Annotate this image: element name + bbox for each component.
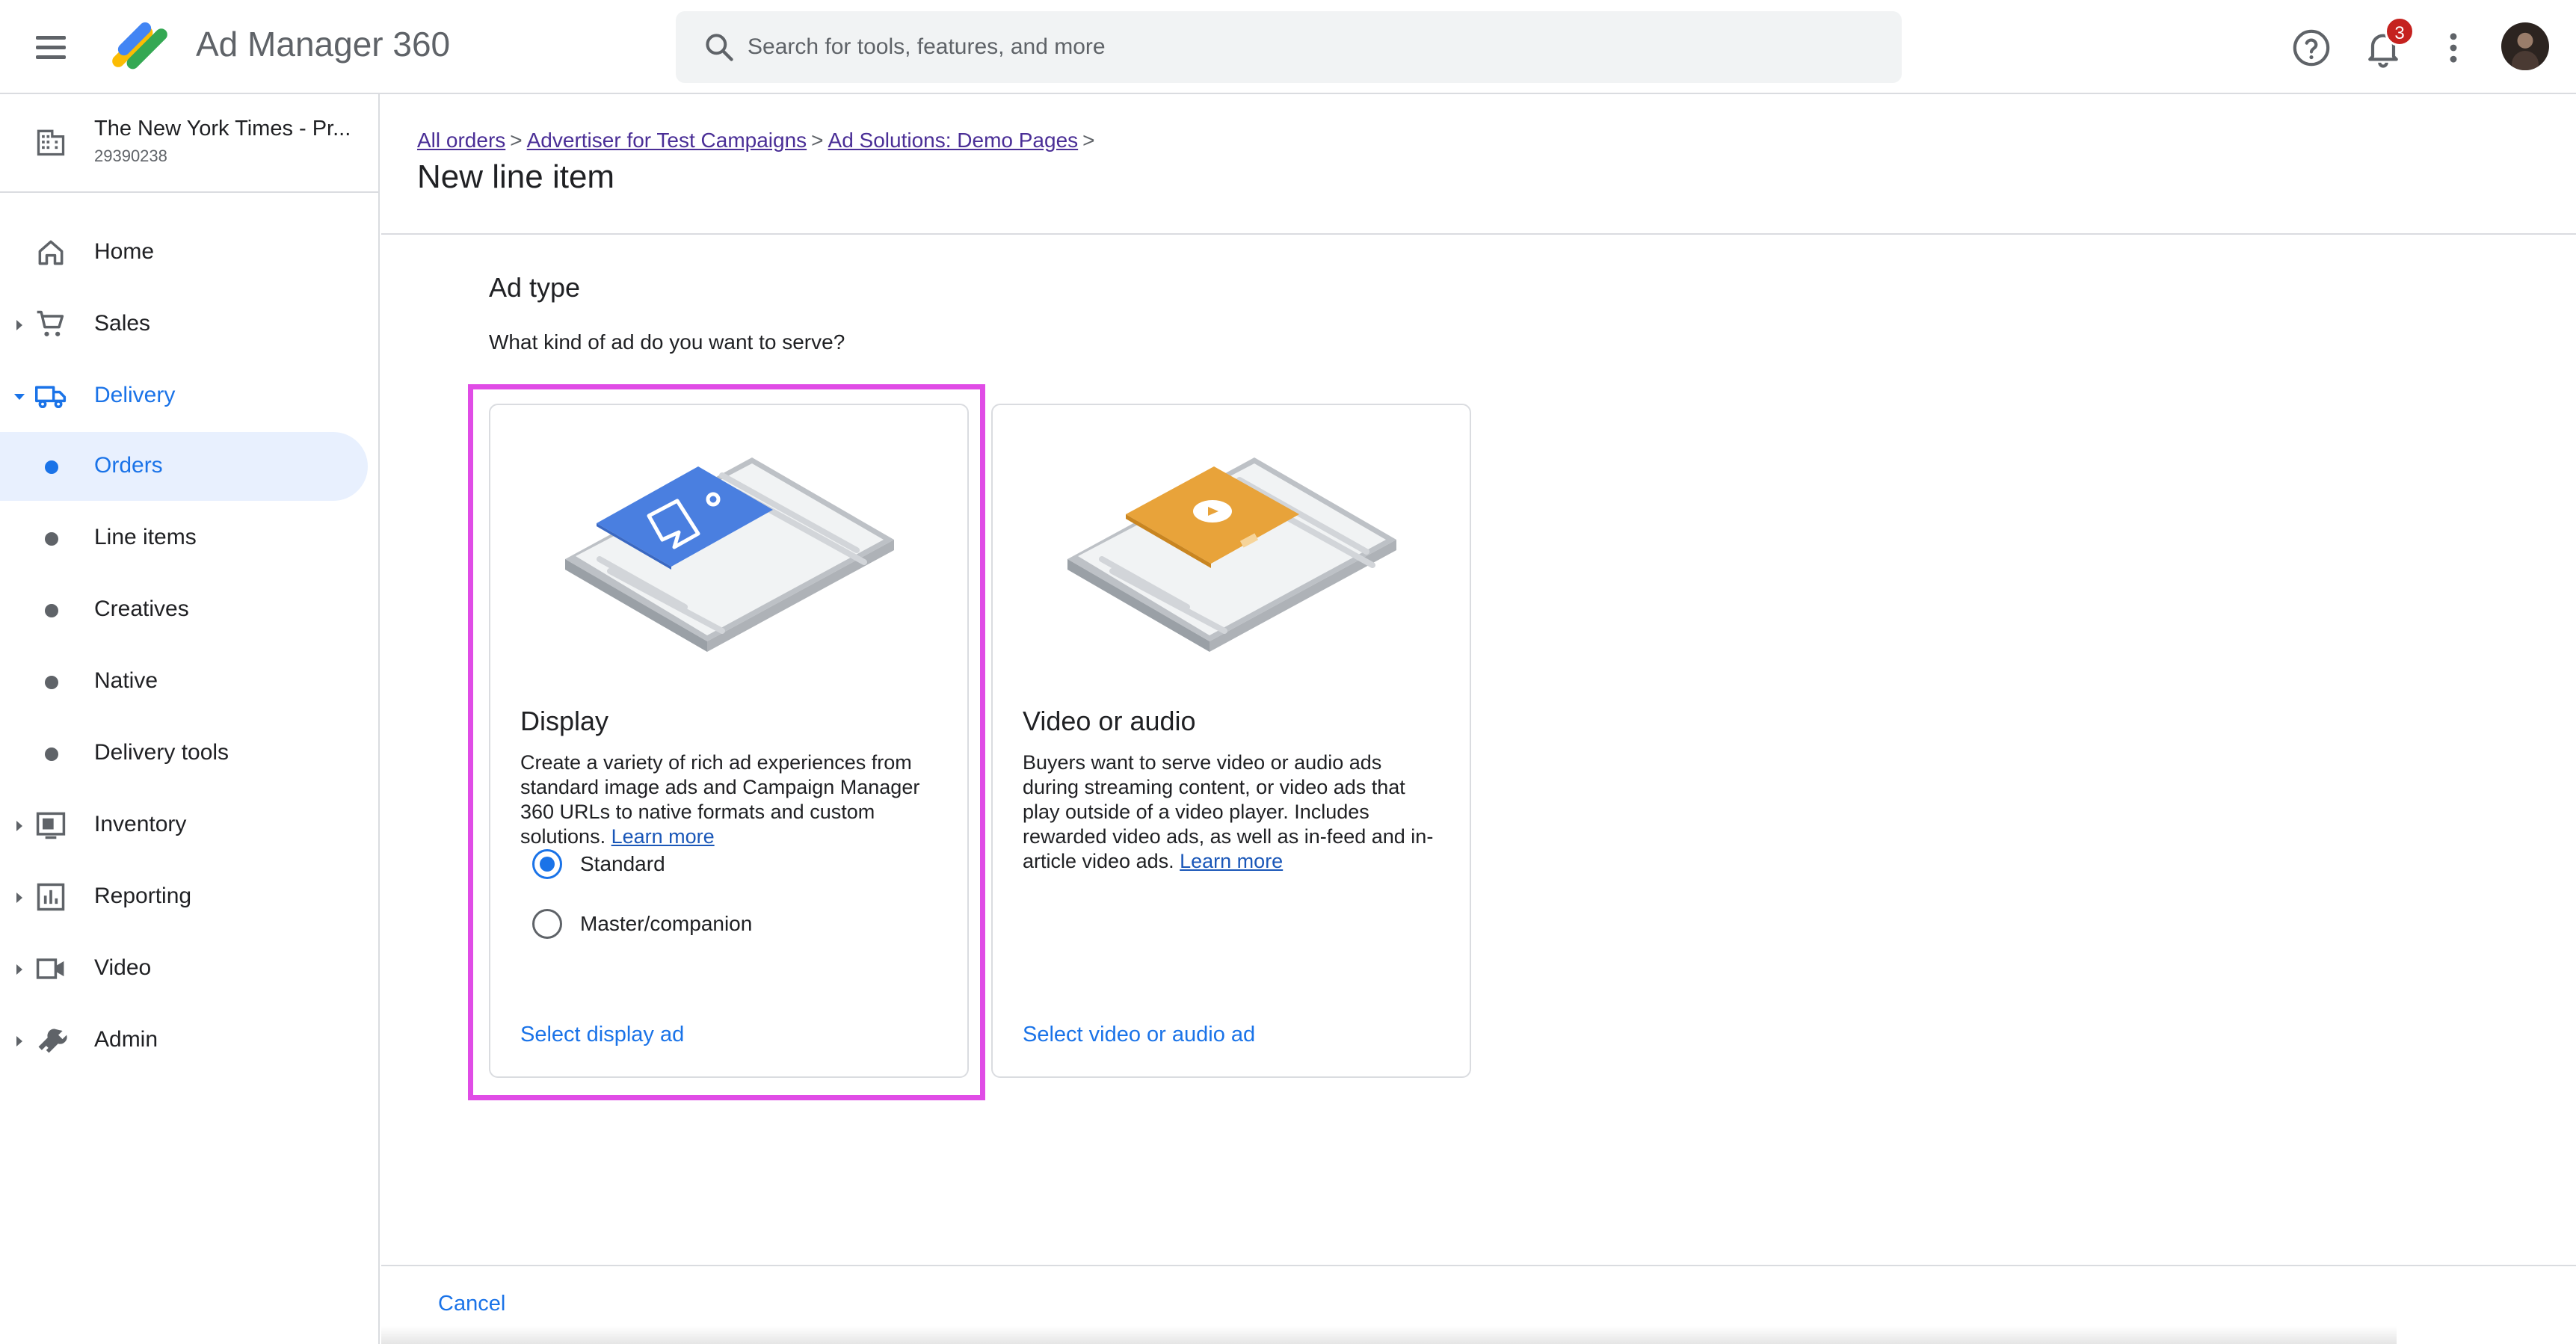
cancel-button[interactable]: Cancel [438,1292,505,1316]
sidebar-item-delivery[interactable]: Delivery [0,362,368,431]
display-description-text: Create a variety of rich ad experiences … [520,751,920,848]
sidebar-item-label: Orders [94,453,163,478]
page-header: All orders > Advertiser for Test Campaigns… [381,94,2576,235]
sidebar-item-label: Inventory [94,812,187,836]
inventory-icon [36,812,66,839]
network-name: The New York Times - Pr... [94,117,351,141]
sidebar-item-creatives[interactable]: Creatives [0,576,368,644]
videocam-icon [36,958,64,979]
expand-caret-icon [16,964,22,975]
wrench-icon [38,1029,67,1053]
sidebar-item-label: Admin [94,1027,158,1052]
building-icon [37,129,65,156]
select-display-ad-button[interactable]: Select display ad [520,1023,684,1047]
standard-radio-label: Standard [580,852,665,875]
sidebar-item-label: Video [94,955,152,980]
sidebar-item-orders[interactable]: Orders [0,432,368,501]
search-icon [706,34,733,61]
footer-bar: Cancel [381,1265,2576,1344]
breadcrumb-separator: > [510,129,523,152]
sidebar-item-inventory[interactable]: Inventory [0,791,368,860]
breadcrumb: All orders > Advertiser for Test Campaigns… [417,129,1100,152]
video-learn-more-link[interactable]: Learn more [1180,850,1283,872]
sidebar-item-line-items[interactable]: Line items [0,504,368,573]
sidebar-item-label: Creatives [94,597,189,621]
user-avatar[interactable] [2501,22,2549,70]
bar-chart-icon [37,883,65,911]
breadcrumb-separator: > [811,129,824,152]
master-companion-radio-button[interactable] [532,909,562,939]
page-title: New line item [417,158,615,195]
top-bar: Ad Manager 360 3 [0,0,2576,94]
video-audio-ad-card[interactable]: Video or audio Buyers want to serve vide… [991,404,1471,1078]
video-card-description: Buyers want to serve video or audio ads … [1023,750,1441,874]
delivery-truck-icon [35,386,67,409]
bullet-icon [45,532,58,546]
sidebar-item-label: Line items [94,525,197,549]
bullet-icon [45,604,58,617]
sidebar-item-video[interactable]: Video [0,934,368,1003]
sidebar-item-delivery-tools[interactable]: Delivery tools [0,719,368,788]
display-card-description: Create a variety of rich ad experiences … [520,750,939,849]
expand-caret-icon [16,821,22,831]
sidebar-item-admin[interactable]: Admin [0,1006,368,1075]
shopping-cart-icon [37,310,64,336]
display-learn-more-link[interactable]: Learn more [611,825,715,848]
search-bar[interactable] [676,11,1902,83]
main-menu-icon[interactable] [33,28,72,67]
app-title: Ad Manager 360 [196,25,451,64]
select-video-audio-ad-button[interactable]: Select video or audio ad [1023,1023,1255,1047]
expand-caret-icon [16,893,22,903]
sidebar-item-label: Home [94,239,155,264]
breadcrumb-all-orders-link[interactable]: All orders [417,129,505,152]
bullet-icon [45,460,58,474]
bullet-icon [45,747,58,761]
ad-type-question: What kind of ad do you want to serve? [489,330,845,354]
display-ad-illustration-icon [565,457,894,652]
home-icon [38,240,64,265]
collapse-caret-icon [14,394,25,400]
breadcrumb-separator: > [1082,129,1095,152]
search-input[interactable] [746,11,1867,83]
breadcrumb-order-link[interactable]: Ad Solutions: Demo Pages [828,129,1079,152]
sidebar-item-reporting[interactable]: Reporting [0,863,368,931]
network-selector[interactable]: The New York Times - Pr... 29390238 [0,94,378,193]
sidebar: The New York Times - Pr... 29390238 Home… [0,94,380,1344]
standard-radio-button[interactable] [532,849,562,879]
more-vert-icon[interactable] [2432,27,2474,69]
bullet-icon [45,676,58,689]
network-id: 29390238 [94,147,167,165]
ad-manager-logo-icon [112,22,167,70]
sidebar-item-label: Delivery [94,383,176,407]
sidebar-item-label: Native [94,668,158,693]
help-icon[interactable] [2290,27,2332,69]
sidebar-item-sales[interactable]: Sales [0,290,368,359]
display-ad-card[interactable]: Display Create a variety of rich ad expe… [489,404,969,1078]
expand-caret-icon [16,320,22,330]
master-companion-radio-label: Master/companion [580,912,753,935]
sidebar-item-home[interactable]: Home [0,218,368,287]
sidebar-item-native[interactable]: Native [0,647,368,716]
breadcrumb-advertiser-link[interactable]: Advertiser for Test Campaigns [527,129,807,152]
footer-shadow [381,1326,2397,1344]
notification-count-badge: 3 [2385,16,2415,46]
video-ad-illustration-icon [1067,457,1396,652]
sidebar-item-label: Sales [94,311,151,336]
ad-type-heading: Ad type [489,272,581,303]
expand-caret-icon [16,1036,22,1046]
sidebar-item-label: Reporting [94,884,192,908]
display-card-title: Display [520,706,609,736]
video-card-title: Video or audio [1023,706,1196,736]
sidebar-item-label: Delivery tools [94,740,229,765]
